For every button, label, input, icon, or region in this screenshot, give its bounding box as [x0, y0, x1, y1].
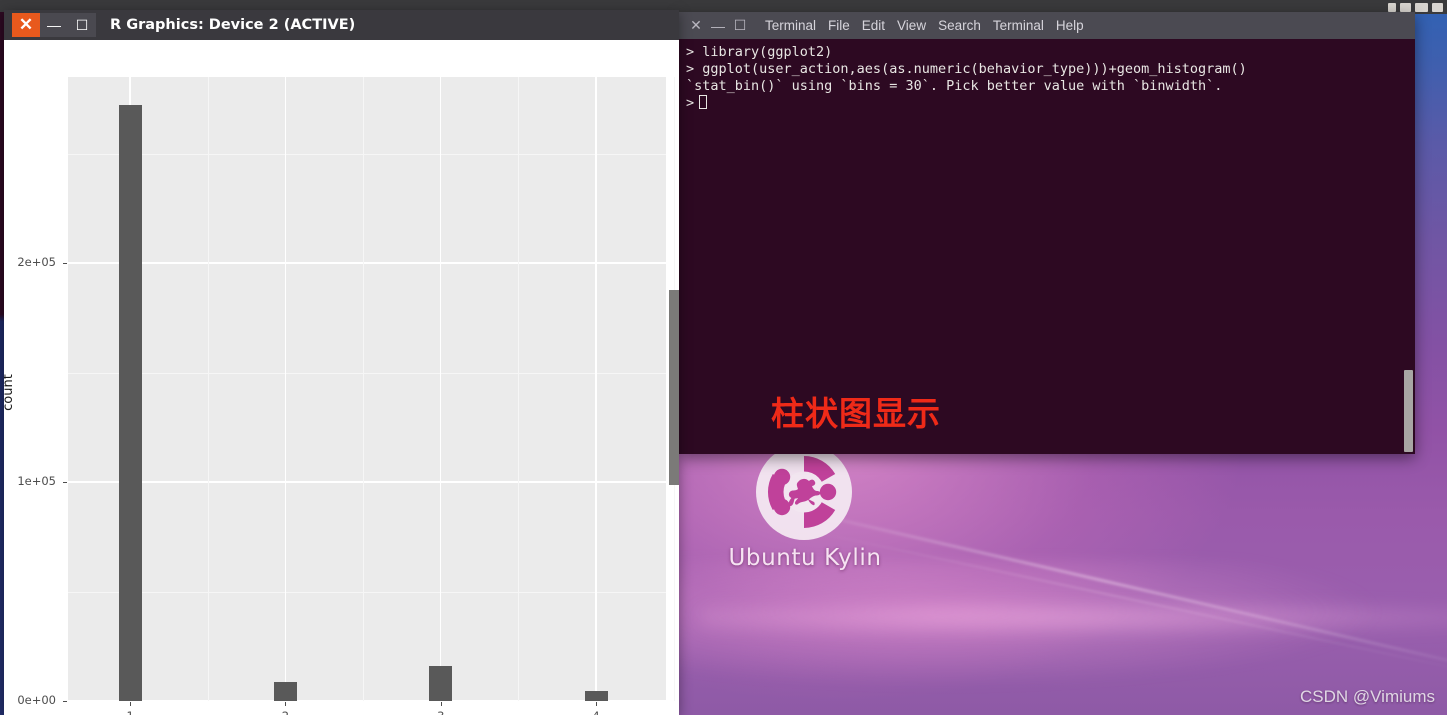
prompt-symbol: > [686, 95, 695, 111]
menu-item-view[interactable]: View [897, 18, 926, 33]
y-gridline-major [68, 481, 666, 483]
y-gridline-minor [68, 153, 666, 155]
y-tick-label: 1e+05 [17, 474, 56, 489]
y-gridline-major [68, 262, 666, 264]
r-plot-canvas: count as.numeric(behavior_type) 0e+001e+… [4, 40, 679, 715]
r-window-titlebar[interactable]: ✕ — ☐ R Graphics: Device 2 (ACTIVE) [4, 10, 679, 40]
terminal-scrollbar[interactable] [1404, 370, 1413, 452]
chart-plot-panel [68, 77, 675, 702]
y-axis-title: count [4, 374, 16, 411]
r-minimize-button[interactable]: — [40, 13, 68, 37]
terminal-cursor [699, 95, 708, 109]
x-tick-label: 4 [576, 709, 616, 715]
y-tick-mark [63, 263, 67, 265]
x-gridline-major [440, 77, 442, 701]
terminal-line: > library(ggplot2) [686, 44, 833, 60]
terminal-titlebar[interactable]: ✕ — ☐ Terminal File Edit View Search Ter… [679, 12, 1415, 39]
r-close-button[interactable]: ✕ [12, 13, 40, 37]
r-window-title: R Graphics: Device 2 (ACTIVE) [110, 17, 356, 33]
menu-item-file[interactable]: File [828, 18, 850, 33]
panel-indicator-icon[interactable] [1388, 2, 1396, 12]
distro-name-label: Ubuntu Kylin [728, 545, 882, 571]
x-tick-mark [285, 702, 287, 706]
panel-indicator-icon[interactable] [1415, 2, 1428, 12]
terminal-close-button[interactable]: ✕ [685, 15, 707, 37]
x-tick-label: 1 [110, 709, 150, 715]
x-tick-mark [596, 702, 598, 706]
ubuntu-kylin-logo-icon [756, 444, 852, 540]
r-maximize-button[interactable]: ☐ [68, 13, 96, 37]
terminal-window[interactable]: ✕ — ☐ Terminal File Edit View Search Ter… [679, 12, 1415, 454]
menu-item-terminal-2[interactable]: Terminal [993, 18, 1044, 33]
terminal-menubar[interactable]: Terminal File Edit View Search Terminal … [765, 18, 1084, 33]
x-gridline-minor [518, 77, 520, 701]
wallpaper-glow-band [700, 600, 1447, 636]
csdn-watermark: CSDN @Vimiums [1299, 687, 1435, 706]
r-graphics-window[interactable]: ✕ — ☐ R Graphics: Device 2 (ACTIVE) coun… [4, 10, 679, 715]
chart-bar [429, 665, 453, 701]
chart-bar [584, 691, 608, 701]
y-gridline-major [68, 700, 666, 702]
menu-item-edit[interactable]: Edit [862, 18, 885, 33]
terminal-prompt-line: > [686, 95, 1408, 112]
terminal-output-area[interactable]: > library(ggplot2) > ggplot(user_action,… [679, 39, 1415, 454]
panel-indicator-icon[interactable] [1400, 2, 1411, 12]
y-tick-mark [63, 482, 67, 484]
x-tick-mark [130, 702, 132, 706]
y-tick-mark [63, 701, 67, 702]
x-tick-mark [440, 702, 442, 706]
r-window-scrollbar[interactable] [669, 290, 679, 485]
terminal-line: `stat_bin()` using `bins = 30`. Pick bet… [686, 78, 1223, 94]
x-gridline-major [595, 77, 597, 701]
x-gridline-minor [207, 77, 209, 701]
menu-item-terminal[interactable]: Terminal [765, 18, 816, 33]
x-gridline-major [284, 77, 287, 701]
x-tick-label: 3 [421, 709, 461, 715]
x-gridline-minor [363, 77, 365, 701]
chart-bar [118, 105, 142, 701]
menu-item-help[interactable]: Help [1056, 18, 1084, 33]
chart-bar [273, 682, 297, 701]
y-tick-label: 0e+00 [17, 693, 56, 707]
terminal-maximize-button[interactable]: ☐ [729, 15, 751, 37]
menu-item-search[interactable]: Search [938, 18, 981, 33]
panel-clock-icon[interactable] [1432, 2, 1443, 12]
y-gridline-minor [68, 591, 666, 593]
red-annotation-text: 柱状图显示 [771, 394, 941, 433]
y-tick-label: 2e+05 [17, 255, 56, 270]
y-gridline-minor [68, 372, 666, 374]
terminal-line: > ggplot(user_action,aes(as.numeric(beha… [686, 61, 1247, 77]
terminal-minimize-button[interactable]: — [707, 15, 729, 37]
x-tick-label: 2 [265, 709, 305, 715]
